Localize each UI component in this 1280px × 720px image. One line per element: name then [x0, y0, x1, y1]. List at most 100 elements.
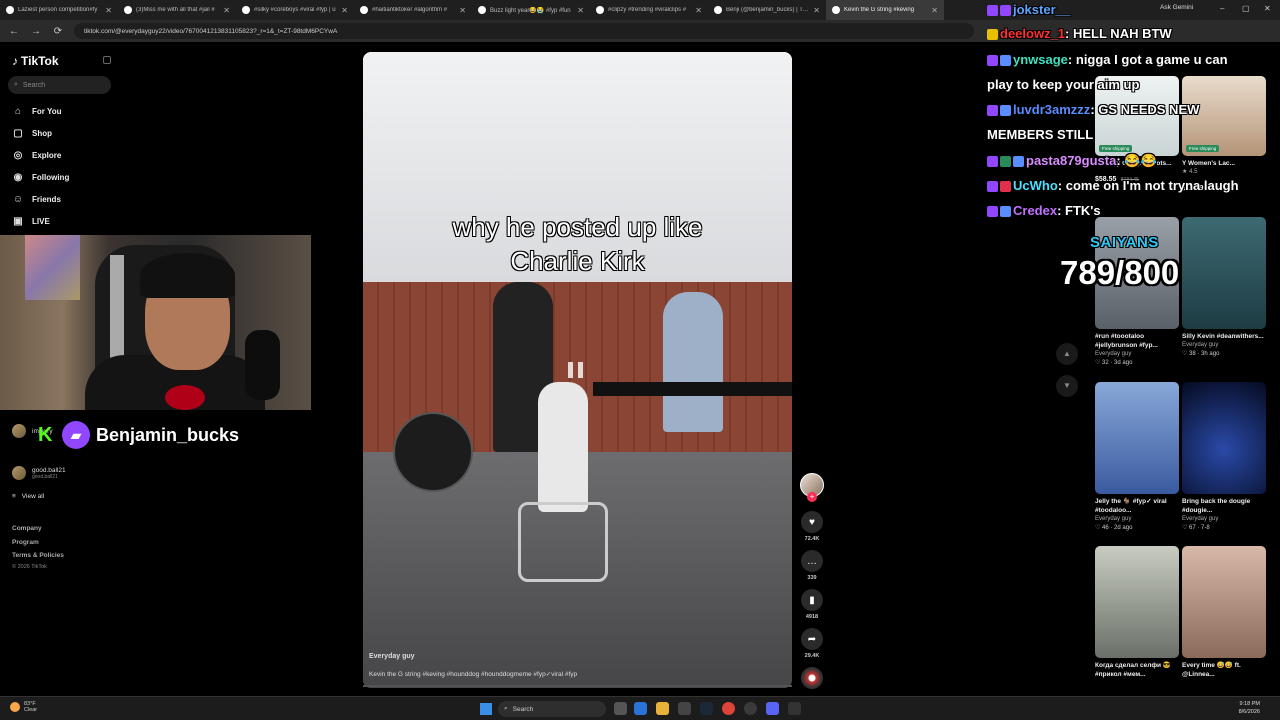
share-button[interactable]: ➦ 29.4K	[800, 628, 824, 659]
tiktok-favicon-icon	[242, 6, 250, 14]
chat-message: deelowz_1: HELL NAH BTW	[987, 21, 1172, 46]
discord-icon[interactable]	[766, 702, 779, 715]
sidebar-item-live[interactable]: ▣ LIVE	[12, 216, 50, 227]
close-icon[interactable]: ✕	[695, 6, 702, 15]
sidebar-item-shop[interactable]: ▢ Shop	[12, 128, 52, 139]
video-card[interactable]: Bring back the dougie #dougie... Everyda…	[1182, 382, 1266, 533]
browser-tab-active[interactable]: Kevin the G string #keving ✕	[826, 0, 944, 20]
windows-taskbar: 83°F Clear ⌕ Search 9:18 PM 8/6/2026	[0, 696, 1280, 720]
video-card[interactable]: Когда сделал селфи 😎 #прикол #мем...	[1095, 546, 1179, 679]
weather-icon	[10, 702, 20, 712]
edge-icon[interactable]	[634, 702, 647, 715]
browser-tab[interactable]: #silky #coreboys #viral #fyp | u ✕	[236, 0, 354, 20]
browser-tab-bar: Laziest person competition#fy ✕ (3)Miss m…	[0, 0, 1280, 20]
close-icon[interactable]: ✕	[341, 6, 348, 15]
close-icon[interactable]: ✕	[931, 6, 938, 15]
video-frame-keyboard	[593, 382, 792, 396]
close-icon[interactable]: ✕	[577, 6, 584, 15]
list-icon: ≡	[12, 493, 16, 500]
view-all-link[interactable]: ≡ View all	[12, 493, 44, 500]
collapse-sidebar-icon[interactable]	[103, 56, 111, 64]
browser-tab[interactable]: #haitiantiktoker #algorithm # ✕	[354, 0, 472, 20]
windows-start-icon[interactable]	[480, 703, 492, 715]
sub-badge-icon	[987, 5, 998, 17]
pause-icon[interactable]	[568, 362, 583, 378]
close-icon[interactable]: ✕	[813, 6, 820, 15]
video-progress-bar[interactable]	[363, 685, 792, 687]
search-icon: ⌕	[504, 705, 508, 712]
video-thumbnail	[1182, 546, 1266, 658]
like-button[interactable]: ♥ 72.4K	[800, 511, 824, 542]
video-player[interactable]: why he posted up like Charlie Kirk Everyd…	[363, 52, 792, 688]
ask-gemini-button[interactable]: Ask Gemini	[1160, 4, 1193, 11]
taskbar-search[interactable]: ⌕ Search	[498, 701, 606, 717]
forward-icon[interactable]: →	[30, 26, 42, 37]
heart-badge-icon	[1000, 181, 1011, 193]
tiktok-favicon-icon	[6, 6, 14, 14]
sub-badge-icon	[987, 206, 998, 218]
obs-icon[interactable]	[744, 702, 757, 715]
steam-icon[interactable]	[700, 702, 713, 715]
music-disc-icon[interactable]	[801, 667, 823, 689]
maximize-icon[interactable]: ▢	[1242, 4, 1250, 13]
footer-link-terms[interactable]: Terms & Policies	[12, 552, 64, 559]
live-icon: ▣	[13, 216, 23, 227]
video-frame-keyboardist	[663, 292, 723, 432]
chrome-icon[interactable]	[722, 702, 735, 715]
streamer-name-tag: K ▰ Benjamin_bucks	[38, 421, 239, 449]
close-icon[interactable]: ✕	[459, 6, 466, 15]
file-explorer-icon[interactable]	[656, 702, 669, 715]
follow-plus-icon[interactable]: +	[807, 492, 817, 502]
following-icon: ◉	[13, 172, 23, 183]
heart-icon: ♥	[801, 511, 823, 533]
video-card[interactable]: Jelly the 🐐 #fyp✓ viral #toodaloo... Eve…	[1095, 382, 1179, 533]
video-thumbnail	[1182, 382, 1266, 494]
browser-tab[interactable]: Benji (@benjamin_bucks) | TikT ✕	[708, 0, 826, 20]
footer-link-company[interactable]: Company	[12, 525, 42, 532]
search-input[interactable]: ⌕ Search	[8, 76, 111, 94]
rocket-badge-icon	[987, 29, 998, 41]
weather-widget[interactable]: 83°F Clear	[10, 701, 37, 713]
sidebar-item-following[interactable]: ◉ Following	[12, 172, 70, 183]
gift-badge-icon	[1000, 156, 1011, 168]
save-button[interactable]: ▮ 4918	[800, 589, 824, 620]
url-field[interactable]: tiktok.com/@everydayguy22/video/76700412…	[74, 23, 974, 39]
close-icon[interactable]: ✕	[223, 6, 230, 15]
minimize-icon[interactable]: –	[1220, 4, 1224, 13]
shop-icon: ▢	[13, 128, 23, 139]
settings-icon[interactable]	[678, 702, 691, 715]
tiktok-logo[interactable]: ♪ TikTok	[12, 54, 59, 68]
webcam-overlay	[0, 235, 311, 410]
video-author[interactable]: Everyday guy	[369, 653, 415, 660]
video-card[interactable]: Every time 😅😅 ft. @Linnea...	[1182, 546, 1266, 679]
browser-tab[interactable]: Buzz light year😂😭 #fyp #fun ✕	[472, 0, 590, 20]
footer-link-program[interactable]: Program	[12, 539, 39, 546]
browser-tab[interactable]: Laziest person competition#fy ✕	[0, 0, 118, 20]
sub-badge-icon	[987, 156, 998, 168]
video-frame-drums	[393, 412, 473, 492]
video-thumbnail	[1182, 217, 1266, 329]
reload-icon[interactable]: ⟳	[52, 26, 64, 37]
browser-tab[interactable]: (3)Miss me with all that #jail # ✕	[118, 0, 236, 20]
next-video-button[interactable]: ▼	[1056, 375, 1078, 397]
microphone	[245, 330, 280, 400]
previous-video-button[interactable]: ▲	[1056, 343, 1078, 365]
comment-button[interactable]: … 339	[800, 550, 824, 581]
streamer-name: Benjamin_bucks	[96, 424, 240, 445]
saiyans-label: SAIYANS	[1090, 234, 1159, 251]
back-icon[interactable]: ←	[8, 26, 20, 37]
video-card[interactable]: Silly Kevin #deanwithers... Everyday guy…	[1182, 217, 1266, 359]
task-view-icon[interactable]	[614, 702, 627, 715]
close-icon[interactable]: ✕	[105, 6, 112, 15]
close-window-icon[interactable]: ✕	[1264, 4, 1271, 13]
system-clock[interactable]: 9:18 PM 8/6/2026	[1200, 700, 1260, 716]
sidebar-item-for-you[interactable]: ⌂ For You	[12, 106, 62, 117]
following-account[interactable]: good.ball21 good.ball21	[12, 466, 66, 480]
browser-tab[interactable]: #clipzy #trending #viralclips # ✕	[590, 0, 708, 20]
sidebar-item-friends[interactable]: ☺ Friends	[12, 194, 61, 205]
sidebar-item-explore[interactable]: ◎ Explore	[12, 150, 62, 161]
tiktok-favicon-icon	[596, 6, 604, 14]
chevron-up-icon: ▲	[1063, 349, 1071, 358]
sub-badge-icon	[987, 55, 998, 67]
app-icon[interactable]	[788, 702, 801, 715]
